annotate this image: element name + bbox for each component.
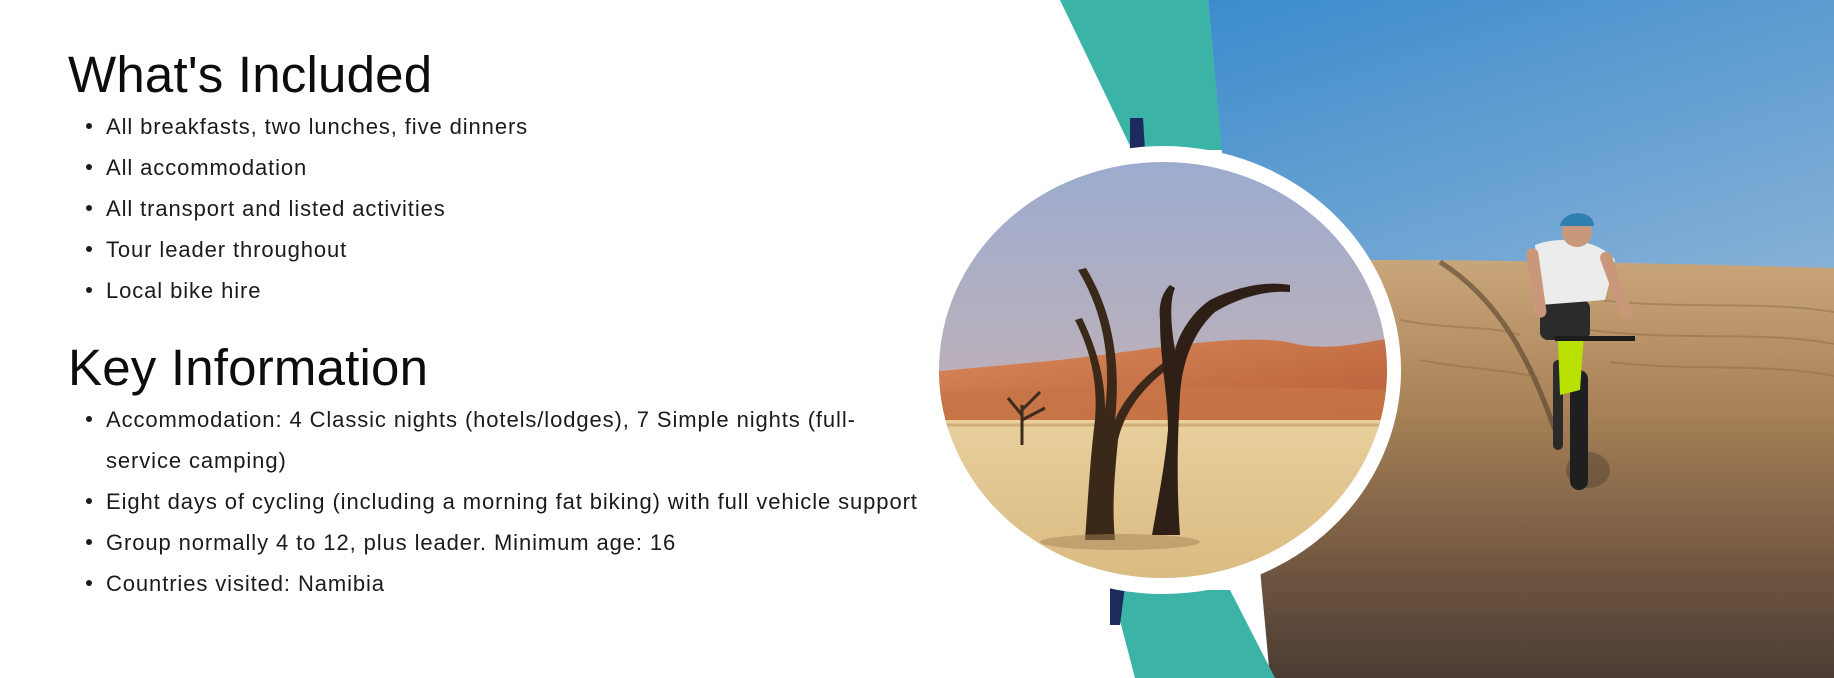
key-information-section: Key Information Accommodation: 4 Classic… [68, 337, 918, 604]
background-photo [1208, 0, 1834, 678]
list-item: Countries visited: Namibia [86, 563, 918, 604]
list-item: Group normally 4 to 12, plus leader. Min… [86, 522, 918, 563]
whats-included-section: What's Included All breakfasts, two lunc… [68, 44, 918, 311]
key-information-list: Accommodation: 4 Classic nights (hotels/… [68, 399, 918, 604]
section-title-whats-included: What's Included [68, 46, 433, 103]
whats-included-list: All breakfasts, two lunches, five dinner… [68, 106, 918, 311]
list-item: Tour leader throughout [86, 229, 918, 270]
teal-band-top [1060, 0, 1222, 150]
list-item: Eight days of cycling (including a morni… [86, 481, 918, 522]
teal-band-bottom [1112, 590, 1275, 678]
navy-accent-bottom [1110, 586, 1125, 625]
dead-tree-right [1152, 283, 1290, 535]
circle-frame [925, 146, 1401, 594]
list-item: Local bike hire [86, 270, 918, 311]
cyclist-figure [1526, 213, 1635, 490]
section-title-key-information: Key Information [68, 339, 429, 396]
circle-photo [939, 162, 1387, 578]
trip-details: What's Included All breakfasts, two lunc… [68, 44, 918, 604]
list-item: All accommodation [86, 147, 918, 188]
dead-tree-left [1075, 268, 1178, 540]
navy-accent-top [1130, 118, 1145, 150]
list-item: All breakfasts, two lunches, five dinner… [86, 106, 918, 147]
list-item: Accommodation: 4 Classic nights (hotels/… [86, 399, 918, 481]
list-item: All transport and listed activities [86, 188, 918, 229]
distant-tree [1006, 390, 1046, 445]
